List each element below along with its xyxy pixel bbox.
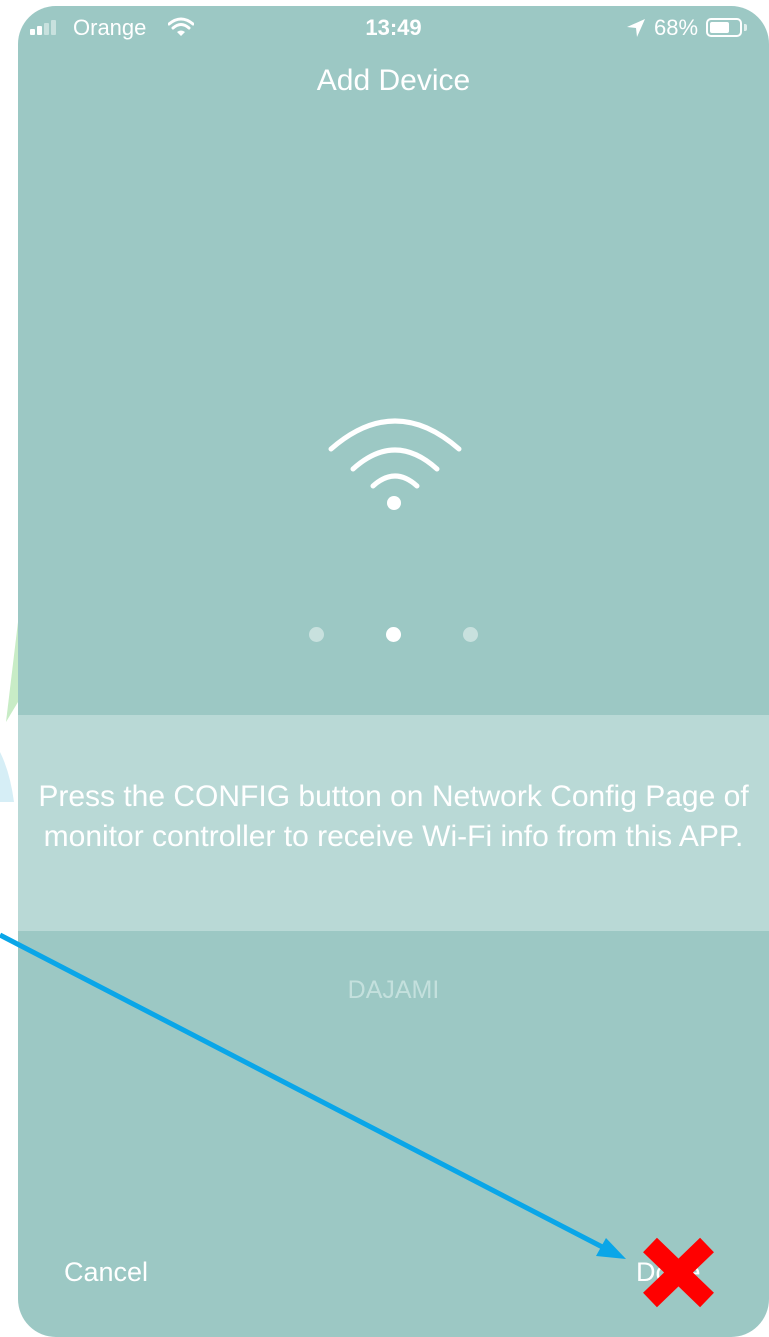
page-dot (463, 627, 478, 642)
instruction-text: Press the CONFIG button on Network Confi… (38, 780, 749, 853)
cancel-button[interactable]: Cancel (64, 1257, 148, 1288)
phone-screen: Orange 13:49 68% Add Device Press the CO… (18, 6, 769, 1337)
page-indicator (309, 627, 479, 643)
status-bar: Orange 13:49 68% (18, 6, 769, 50)
wifi-icon (325, 411, 465, 526)
page-dot-active (386, 627, 401, 642)
done-button[interactable]: Done (636, 1257, 701, 1288)
background-logo-fragment (0, 622, 18, 802)
instruction-panel: Press the CONFIG button on Network Confi… (18, 715, 769, 931)
battery-tip (744, 24, 747, 31)
battery-fill (710, 22, 729, 33)
page-dot (309, 627, 324, 642)
page-title: Add Device (316, 64, 471, 97)
battery-percentage: 68% (654, 15, 699, 40)
network-ssid: DAJAMI (347, 976, 440, 1004)
battery-icon (706, 18, 742, 37)
location-arrow-icon (626, 18, 646, 44)
